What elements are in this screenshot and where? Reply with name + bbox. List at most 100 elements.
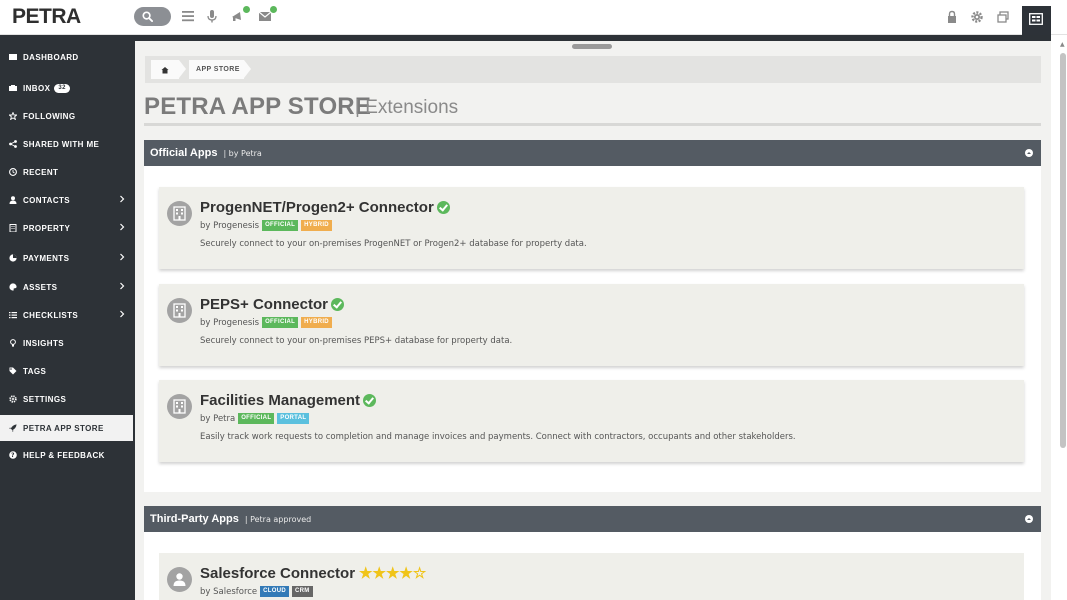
- palette-icon: [9, 283, 17, 291]
- help-icon: ?: [9, 451, 17, 459]
- sidebar-item-label: TAGS: [23, 366, 47, 376]
- microphone-icon[interactable]: [204, 8, 220, 24]
- search-icon: [142, 11, 153, 22]
- lock-icon[interactable]: [945, 10, 959, 24]
- section-header-official-apps[interactable]: Official Apps | by Petra: [144, 140, 1041, 166]
- star-filled-icon: ★: [385, 565, 400, 582]
- app-name: Facilities Management: [200, 392, 361, 409]
- tag-official: OFFICIAL: [262, 317, 299, 328]
- tag-hybrid: HYBRID: [301, 317, 332, 328]
- sidebar-item-label: INSIGHTS: [23, 338, 64, 348]
- publisher-label: by Petra: [200, 413, 236, 424]
- chevron-right-icon[interactable]: [119, 310, 125, 318]
- scrollbar-thumb[interactable]: [1060, 53, 1066, 448]
- sidebar-item-payments[interactable]: PAYMENTS: [0, 245, 133, 271]
- star-empty-icon: ☆: [412, 565, 427, 582]
- app-title[interactable]: Salesforce Connector ★ ★ ★ ★ ☆: [200, 565, 426, 582]
- user-icon: [9, 196, 17, 204]
- sidebar-item-property[interactable]: PROPERTY: [0, 215, 133, 241]
- app-title[interactable]: ProgenNET/Progen2+ Connector: [200, 199, 450, 216]
- sidebar-item-label: PAYMENTS: [23, 253, 70, 263]
- building-icon: [167, 394, 192, 419]
- inbox-icon: [9, 85, 17, 91]
- app-publisher: by Salesforce CLOUD CRM: [200, 586, 313, 597]
- building-icon: [9, 224, 17, 232]
- sidebar-item-inbox[interactable]: INBOX 32: [0, 75, 133, 101]
- sidebar-item-dashboard[interactable]: DASHBOARD: [0, 44, 133, 70]
- chevron-right-icon[interactable]: [119, 253, 125, 261]
- section-subtitle: | by Petra: [223, 148, 262, 158]
- sidebar-item-following[interactable]: FOLLOWING: [0, 103, 133, 129]
- sidebar-item-tags[interactable]: TAGS: [0, 358, 133, 384]
- page-subtitle: | Extensions: [355, 97, 459, 118]
- tag-official: OFFICIAL: [238, 413, 275, 424]
- window-icon[interactable]: [996, 10, 1010, 24]
- sidebar-item-settings[interactable]: SETTINGS: [0, 386, 133, 412]
- app-name: ProgenNET/Progen2+ Connector: [200, 199, 434, 216]
- petra-logo[interactable]: PETRA: [12, 5, 81, 29]
- sidebar-item-label: PROPERTY: [23, 223, 71, 233]
- list-icon: [9, 312, 17, 319]
- scroll-up-icon[interactable]: ▲: [1060, 41, 1065, 48]
- collapse-icon[interactable]: [1025, 515, 1033, 523]
- sidebar-item-help-feedback[interactable]: ? HELP & FEEDBACK: [0, 442, 133, 468]
- app-panel-button[interactable]: [1022, 6, 1051, 35]
- user-icon: [167, 567, 192, 592]
- sidebar-item-label: ASSETS: [23, 282, 58, 292]
- breadcrumb: APP STORE: [145, 56, 1041, 83]
- tag-official: OFFICIAL: [262, 220, 299, 231]
- sidebar-item-assets[interactable]: ASSETS: [0, 274, 133, 300]
- verified-check-icon: [436, 201, 450, 214]
- app-card-progennet[interactable]: ProgenNET/Progen2+ Connector by Progenes…: [159, 187, 1024, 269]
- star-filled-icon: ★: [399, 565, 413, 582]
- section-title: Official Apps: [150, 147, 218, 159]
- search-button[interactable]: [134, 7, 171, 26]
- tag-hybrid: HYBRID: [301, 220, 332, 231]
- sidebar-item-insights[interactable]: INSIGHTS: [0, 330, 133, 356]
- svg-text:?: ?: [11, 452, 15, 459]
- lightbulb-icon: [10, 339, 16, 347]
- rocket-icon: [9, 424, 17, 432]
- sidebar-item-petra-app-store[interactable]: PETRA APP STORE: [0, 415, 133, 441]
- app-description: Securely connect to your on-premises PEP…: [200, 336, 513, 346]
- sidebar-item-label: SETTINGS: [23, 394, 67, 404]
- payments-icon: [9, 254, 17, 262]
- resize-handle[interactable]: [572, 44, 612, 49]
- star-icon: [9, 112, 17, 120]
- sidebar-item-recent[interactable]: RECENT: [0, 159, 133, 185]
- sidebar-item-shared-with-me[interactable]: SHARED WITH ME: [0, 131, 133, 157]
- scrollbar[interactable]: ▲: [1059, 35, 1067, 600]
- sidebar-item-label: INBOX: [23, 83, 51, 93]
- app-card-facilities[interactable]: Facilities Management by Petra OFFICIAL PO…: [159, 380, 1024, 462]
- chevron-right-icon[interactable]: [119, 195, 125, 203]
- sidebar: DASHBOARD INBOX 32 FOLLOWING SHARED WITH ME R…: [0, 35, 133, 600]
- sidebar-item-label: RECENT: [23, 167, 59, 177]
- sidebar-item-contacts[interactable]: CONTACTS: [0, 187, 133, 213]
- collapse-icon[interactable]: [1025, 149, 1033, 157]
- app-publisher: by Petra OFFICIAL PORTAL: [200, 413, 310, 424]
- app-publisher: by Progenesis OFFICIAL HYBRID: [200, 317, 332, 328]
- app-description: Securely connect to your on-premises Pro…: [200, 239, 587, 249]
- menu-icon[interactable]: [180, 8, 196, 24]
- app-publisher: by Progenesis OFFICIAL HYBRID: [200, 220, 332, 231]
- chevron-right-icon[interactable]: [119, 223, 125, 231]
- gear-icon[interactable]: [970, 10, 984, 24]
- app-card-peps[interactable]: PEPS+ Connector by Progenesis OFFICIAL HYB…: [159, 284, 1024, 366]
- sidebar-item-checklists[interactable]: CHECKLISTS: [0, 302, 133, 328]
- verified-check-icon: [363, 394, 377, 407]
- dashboard-icon: [9, 54, 17, 60]
- chevron-right-icon[interactable]: [119, 282, 125, 290]
- app-title[interactable]: PEPS+ Connector: [200, 296, 344, 313]
- gear-icon: [9, 395, 17, 403]
- app-card-salesforce[interactable]: Salesforce Connector ★ ★ ★ ★ ☆ by Salesforce C…: [159, 553, 1024, 600]
- clock-icon: [9, 168, 17, 176]
- section-header-third-party-apps[interactable]: Third-Party Apps | Petra approved: [144, 506, 1041, 532]
- breadcrumb-home[interactable]: [151, 60, 179, 79]
- sidebar-item-label: DASHBOARD: [23, 52, 79, 62]
- app-title[interactable]: Facilities Management: [200, 392, 377, 409]
- publisher-label: by Progenesis: [200, 317, 260, 328]
- tag-crm: CRM: [292, 586, 313, 597]
- publisher-label: by Salesforce: [200, 586, 258, 597]
- notification-dot: [243, 6, 250, 13]
- tags-icon: [9, 367, 17, 375]
